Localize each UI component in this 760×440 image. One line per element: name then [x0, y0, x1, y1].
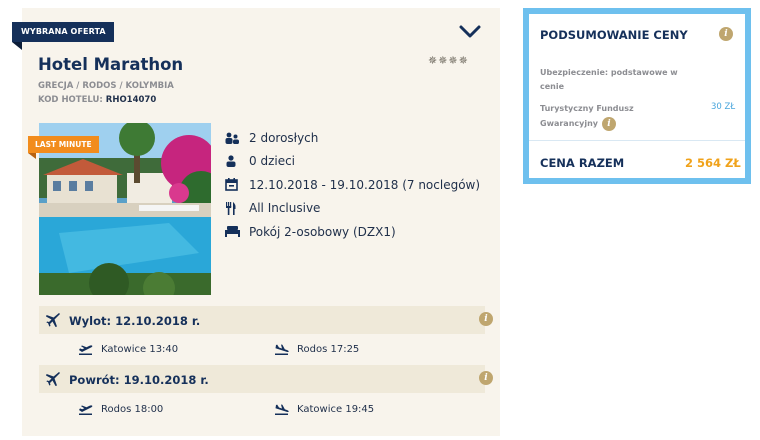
landing-icon	[275, 404, 289, 415]
tfg-label: Turystyczny Fundusz Gwarancyjny	[540, 104, 634, 128]
last-minute-badge: LAST MINUTE	[28, 136, 99, 153]
ribbon-fold	[12, 42, 22, 50]
fork-knife-icon	[225, 201, 249, 215]
return-departure: Rodos 18:00	[79, 404, 163, 415]
selected-offer-ribbon: WYBRANA OFERTA	[12, 22, 114, 42]
plane-icon	[46, 372, 61, 391]
summary-divider	[529, 140, 745, 141]
info-icon[interactable]: i	[719, 27, 733, 41]
outbound-arrival: Rodos 17:25	[275, 344, 359, 355]
hotel-code-value: RHO14070	[105, 95, 157, 105]
adults-count: 2 dorosłych	[249, 130, 319, 145]
total-price-value: 2 564 ZŁ	[685, 156, 741, 170]
person-icon	[225, 155, 249, 168]
detail-children: 0 dzieci	[225, 150, 480, 174]
total-price-label: CENA RAZEM	[540, 156, 625, 170]
stay-dates: 12.10.2018 - 19.10.2018 (7 noclegów)	[249, 177, 481, 192]
board-type: All Inclusive	[249, 201, 321, 216]
outbound-arrival-text: Rodos 17:25	[297, 344, 360, 355]
hotel-name: Hotel Marathon	[38, 55, 184, 74]
outbound-departure-text: Katowice 13:40	[101, 344, 179, 355]
info-icon[interactable]: i	[479, 312, 493, 326]
info-icon[interactable]: i	[479, 371, 493, 385]
tfg-row: Turystyczny Fundusz Gwarancyjny i	[540, 101, 660, 131]
return-arrival-text: Katowice 19:45	[297, 404, 375, 415]
detail-room: Pokój 2-osobowy (DZX1)	[225, 220, 480, 244]
return-departure-text: Rodos 18:00	[101, 404, 164, 415]
hotel-stars-icon: ✵✵✵✵	[428, 54, 469, 67]
price-summary-title: PODSUMOWANIE CENY	[540, 28, 688, 42]
detail-dates: 12.10.2018 - 19.10.2018 (7 noclegów)	[225, 173, 480, 197]
return-flight-legs: Rodos 18:00 Katowice 19:45	[39, 404, 485, 424]
outbound-departure: Katowice 13:40	[79, 344, 178, 355]
calendar-icon	[225, 178, 249, 192]
offer-details: 2 dorosłych 0 dzieci 12.10.2018 - 19.10.…	[225, 126, 480, 244]
hotel-code: KOD HOTELU: RHO14070	[38, 95, 156, 105]
outbound-flight-label: Wylot: 12.10.2018 r.	[69, 314, 201, 328]
tfg-value: 30 ZŁ	[711, 102, 736, 112]
price-summary-panel: PODSUMOWANIE CENY i Ubezpieczenie: podst…	[523, 8, 751, 184]
children-count: 0 dzieci	[249, 154, 296, 169]
badge-fold	[28, 153, 36, 159]
chevron-down-icon[interactable]	[459, 24, 481, 40]
hotel-code-label: KOD HOTELU:	[38, 95, 103, 105]
info-icon[interactable]: i	[602, 116, 617, 131]
bed-icon	[225, 226, 249, 238]
takeoff-icon	[79, 404, 93, 415]
outbound-flight-header: Wylot: 12.10.2018 r. i	[39, 306, 493, 334]
outbound-flight-legs: Katowice 13:40 Rodos 17:25	[39, 344, 485, 364]
insurance-note: Ubezpieczenie: podstawowe w cenie	[540, 68, 678, 91]
detail-adults: 2 dorosłych	[225, 126, 480, 150]
landing-icon	[275, 344, 289, 355]
return-flight-label: Powrót: 19.10.2018 r.	[69, 373, 209, 387]
detail-board: All Inclusive	[225, 197, 480, 221]
offer-card: WYBRANA OFERTA Hotel Marathon ✵✵✵✵ GRECJ…	[12, 8, 500, 436]
takeoff-icon	[79, 344, 93, 355]
people-icon	[225, 132, 249, 144]
return-flight-header: Powrót: 19.10.2018 r. i	[39, 365, 493, 393]
room-type: Pokój 2-osobowy (DZX1)	[249, 224, 396, 239]
return-arrival: Katowice 19:45	[275, 404, 374, 415]
plane-icon	[46, 313, 61, 332]
hotel-location: GRECJA / RODOS / KOLYMBIA	[38, 81, 174, 91]
